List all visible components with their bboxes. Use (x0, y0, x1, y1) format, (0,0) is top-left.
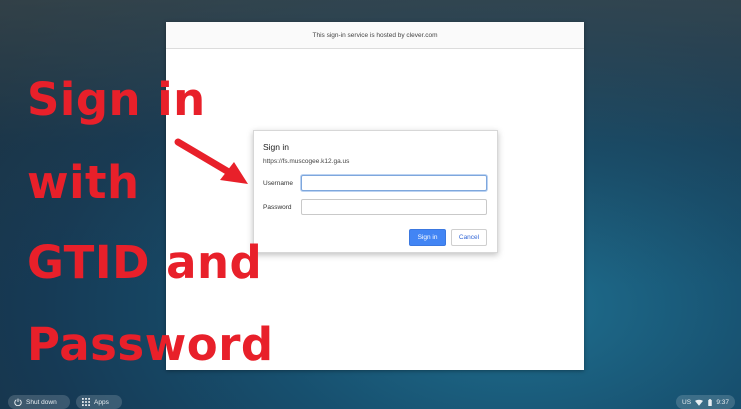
clock: 9:37 (716, 398, 729, 406)
locale-indicator: US (682, 398, 692, 406)
shutdown-button[interactable]: Shut down (8, 395, 70, 409)
overlay-line-2: with (27, 156, 140, 209)
overlay-line-4: Password (27, 318, 274, 371)
password-label: Password (263, 204, 292, 211)
battery-icon (708, 398, 712, 406)
signin-button[interactable]: Sign in (409, 229, 446, 246)
power-icon (14, 398, 22, 406)
dialog-title: Sign in (263, 142, 289, 152)
overlay-line-3: GTID and (27, 236, 263, 289)
dialog-url: https://fs.muscogee.k12.ga.us (263, 158, 350, 165)
overlay-line-1: Sign in (27, 73, 206, 126)
red-arrow-icon (174, 138, 248, 184)
username-label: Username (263, 180, 293, 187)
shutdown-label: Shut down (26, 398, 57, 406)
username-field[interactable] (301, 175, 487, 191)
hosted-notice-bar: This sign-in service is hosted by clever… (166, 22, 584, 49)
cancel-button[interactable]: Cancel (451, 229, 487, 246)
password-field[interactable] (301, 199, 487, 215)
apps-label: Apps (94, 398, 109, 406)
wifi-icon (695, 399, 704, 406)
apps-grid-icon (82, 398, 90, 406)
status-tray[interactable]: US 9:37 (676, 395, 735, 409)
apps-button[interactable]: Apps (76, 395, 122, 409)
hosted-notice-text: This sign-in service is hosted by clever… (312, 31, 438, 39)
signin-dialog: Sign in https://fs.muscogee.k12.ga.us Us… (253, 130, 498, 253)
